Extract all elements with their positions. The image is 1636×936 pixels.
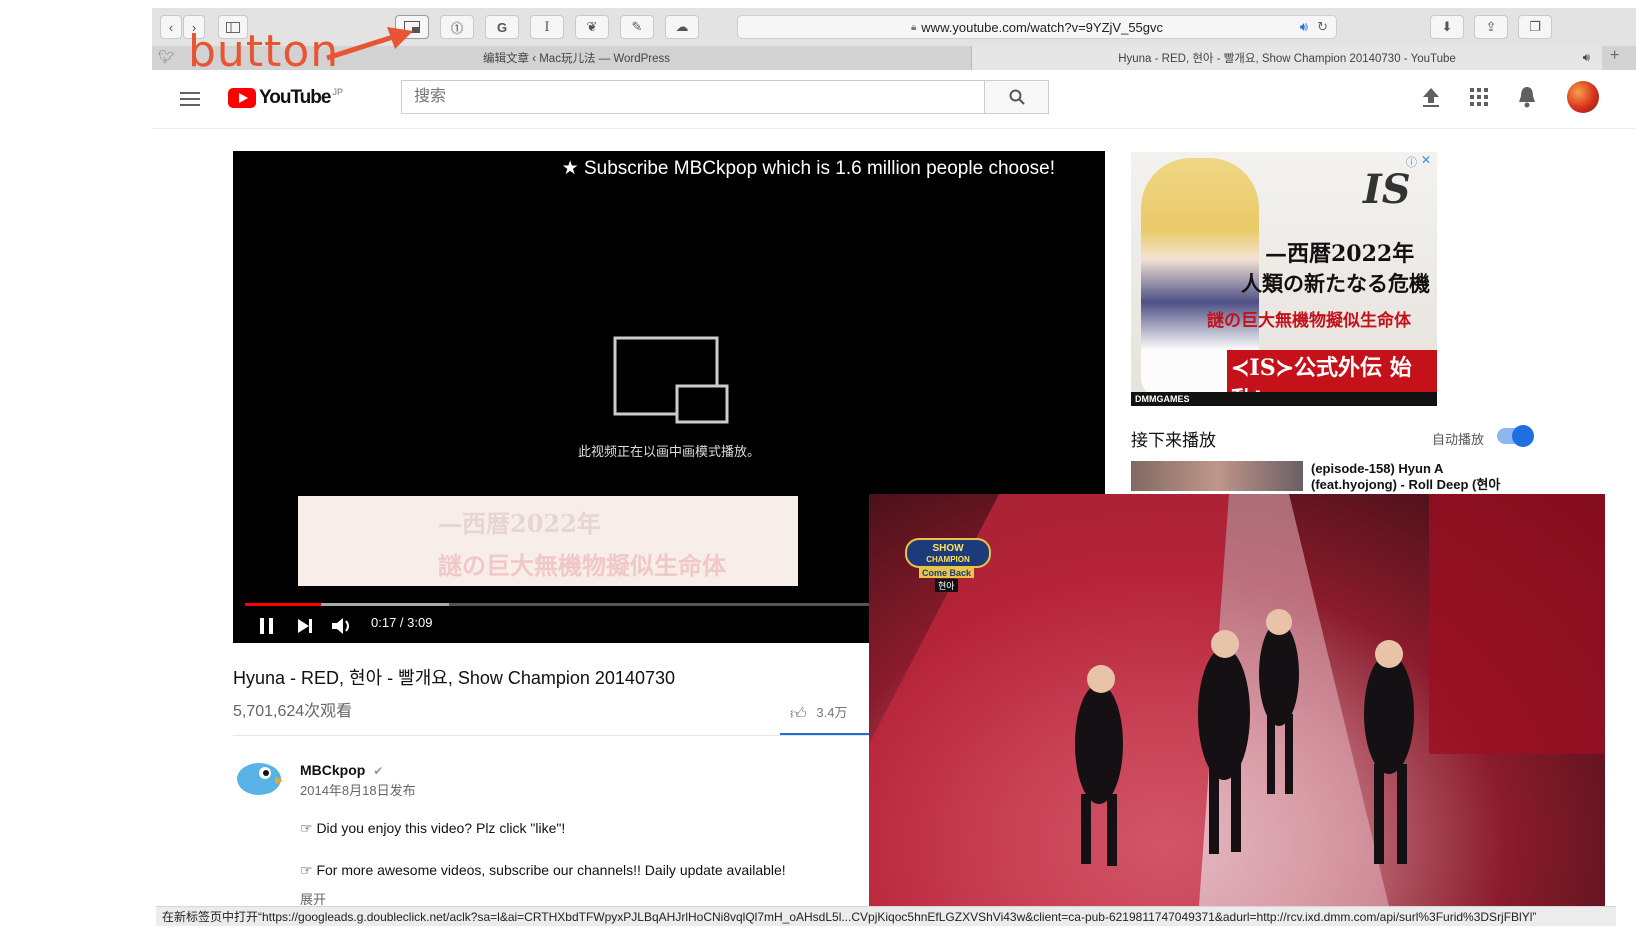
tabs-icon: ❐	[1529, 19, 1541, 34]
search-icon	[1009, 89, 1025, 105]
notifications-bell-icon[interactable]	[1518, 86, 1536, 108]
like-button[interactable]: 👍︎ 3.4万	[790, 702, 847, 724]
region-label: JP	[332, 87, 343, 97]
search-box	[401, 80, 985, 114]
channel-name-text: MBCkpop	[300, 762, 366, 778]
menu-icon[interactable]	[180, 92, 200, 106]
overlay-ad-line1: —西暦2022年	[438, 509, 601, 538]
grammarly-button[interactable]: G	[485, 15, 519, 39]
logo-line4: 현아	[935, 579, 958, 592]
share-button[interactable]: ⇪	[1474, 15, 1508, 39]
pocket-icon: ☁	[675, 19, 689, 34]
ad-line3: 謎の巨大無機物擬似生命体	[1207, 311, 1411, 331]
logo-line1: SHOW	[932, 543, 964, 554]
play-logo-icon	[228, 88, 256, 108]
description-line1: ☞ Did you enjoy this video? Plz click "l…	[300, 820, 566, 836]
url-text: www.youtube.com/watch?v=9YZjV_55gvc	[921, 19, 1164, 35]
verified-badge-icon: ✔	[373, 764, 384, 778]
twitter-icon: 🐦︎	[158, 49, 175, 64]
ad-logo: IS	[1363, 166, 1411, 213]
1password-icon: ⓵	[450, 20, 464, 36]
search-button[interactable]	[985, 80, 1049, 114]
annotation-arrow	[326, 27, 413, 61]
thumbs-up-icon: 👍︎	[790, 706, 807, 723]
played-fill	[245, 603, 322, 606]
up-next-heading: 接下来播放	[1131, 431, 1216, 450]
lock-icon: 🔒︎	[910, 21, 917, 33]
picture-in-picture-placeholder-icon	[613, 336, 729, 424]
next-track-icon[interactable]	[297, 618, 313, 634]
timecode: 0:17 / 3:09	[371, 615, 433, 630]
instapaper-button[interactable]: I	[530, 15, 564, 39]
pip-message: 此视频正在以画中画模式播放。	[577, 444, 760, 459]
apps-grid-icon[interactable]	[1470, 88, 1488, 106]
logo-line2: CHAMPION	[926, 555, 970, 564]
ad-line1: —西暦2022年	[1265, 241, 1415, 267]
reload-icon[interactable]: ↻	[1317, 19, 1328, 35]
ad-footer: DMMGAMES	[1131, 392, 1437, 406]
evernote-button[interactable]: ❦	[575, 15, 609, 39]
pause-icon[interactable]	[259, 617, 275, 635]
overlay-ad-banner[interactable]: —西暦2022年 謎の巨大無機物擬似生命体	[298, 496, 798, 586]
publish-date: 2014年8月18日发布	[300, 783, 416, 798]
youtube-logo[interactable]: YouTube JP	[228, 87, 343, 109]
tools-icon: ✎	[631, 19, 643, 34]
volume-icon[interactable]	[331, 616, 353, 636]
up-next-title[interactable]: (episode-158) Hyun A (feat.hyojong) - Ro…	[1311, 461, 1531, 493]
evernote-icon: ❦	[586, 19, 598, 34]
channel-avatar[interactable]	[235, 757, 283, 797]
sidebar-ad[interactable]: ⓘ ✕ IS —西暦2022年 人類の新たなる危機 謎の巨大無機物擬似生命体 ≺…	[1131, 152, 1437, 406]
tab-youtube[interactable]: Hyuna - RED, 현아 - 빨개요, Show Champion 201…	[972, 46, 1602, 70]
download-icon: ⬇	[1441, 19, 1453, 34]
video-title: Hyuna - RED, 현아 - 빨개요, Show Champion 201…	[233, 668, 675, 688]
overlay-ad-line2: 謎の巨大無機物擬似生命体	[438, 551, 726, 580]
downloads-button[interactable]: ⬇	[1430, 15, 1464, 39]
view-count: 5,701,624次观看	[233, 703, 353, 720]
subscribe-banner: ★ Subscribe MBCkpop which is 1.6 million…	[561, 158, 1055, 179]
show-champion-logo: SHOW CHAMPION Come Back 현아	[905, 538, 991, 592]
tools-button[interactable]: ✎	[620, 15, 654, 39]
audio-playing-icon[interactable]: 🔊︎	[1300, 19, 1308, 35]
grammarly-icon: G	[496, 19, 508, 35]
like-count: 3.4万	[816, 705, 848, 720]
tab-title: 编辑文章 ‹ Mac玩儿法 — WordPress	[483, 53, 670, 65]
tab-audio-icon[interactable]: 🔊︎	[1583, 52, 1590, 65]
youtube-header: YouTube JP	[152, 70, 1636, 129]
autoplay-toggle-knob[interactable]	[1512, 425, 1534, 447]
upload-icon[interactable]	[1422, 87, 1440, 107]
picture-in-picture-window[interactable]: SHOW CHAMPION Come Back 현아	[869, 494, 1605, 906]
search-input[interactable]	[412, 81, 976, 113]
description-line2: ☞ For more awesome videos, subscribe our…	[300, 862, 786, 878]
share-icon: ⇪	[1485, 19, 1497, 34]
channel-name[interactable]: MBCkpop ✔	[300, 762, 383, 778]
user-avatar[interactable]	[1567, 81, 1599, 113]
instapaper-icon: I	[544, 19, 550, 35]
logo-text: YouTube	[259, 87, 331, 108]
up-next-thumbnail[interactable]	[1131, 461, 1303, 491]
chevron-left-icon: ‹	[168, 19, 174, 35]
1password-button[interactable]: ⓵	[440, 15, 474, 39]
ad-line2: 人類の新たなる危機	[1241, 271, 1430, 296]
logo-line3: Come Back	[919, 568, 975, 578]
divider	[233, 735, 873, 736]
tabs-overview-button[interactable]: ❐	[1518, 15, 1552, 39]
pocket-button[interactable]: ☁	[665, 15, 699, 39]
status-bar: 在新标签页中打开“https://googleads.g.doubleclick…	[156, 906, 1616, 926]
address-bar[interactable]: 🔒︎ www.youtube.com/watch?v=9YZjV_55gvc 🔊…	[737, 15, 1337, 39]
new-tab-button[interactable]: +	[1610, 47, 1619, 65]
autoplay-label: 自动播放	[1432, 432, 1485, 447]
ad-close-icon[interactable]: ✕	[1421, 153, 1431, 167]
ad-brand: DMMGAMES	[1135, 394, 1190, 404]
back-button[interactable]: ‹	[160, 15, 182, 39]
tab-title: Hyuna - RED, 현아 - 빨개요, Show Champion 201…	[1118, 53, 1456, 65]
